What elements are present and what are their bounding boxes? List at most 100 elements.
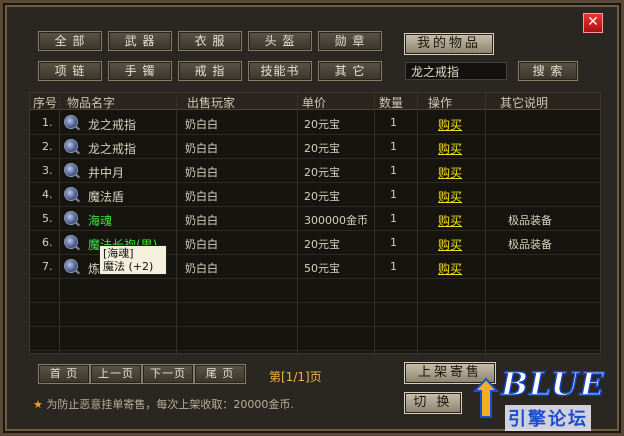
row-divider: [30, 158, 600, 159]
row-divider: [30, 302, 600, 303]
buy-link[interactable]: 购买: [438, 236, 462, 253]
item-quantity: 1: [390, 188, 397, 201]
item-price: 300000金币: [304, 214, 368, 227]
header-seller: 出售玩家: [187, 96, 236, 110]
row-index: 6.: [42, 236, 53, 249]
item-price: 50元宝: [304, 262, 340, 275]
category-other-button[interactable]: 其 它: [318, 61, 382, 81]
item-note: 极品装备: [508, 238, 552, 251]
category-necklace-button[interactable]: 项 链: [38, 61, 102, 81]
seller-name: 奶白白: [185, 262, 218, 275]
item-price: 20元宝: [304, 142, 340, 155]
magnifier-icon[interactable]: [64, 139, 78, 153]
item-name: 井中月: [88, 166, 125, 180]
row-index: 7.: [42, 260, 53, 273]
category-bracelet-button[interactable]: 手 镯: [108, 61, 172, 81]
header-index: 序号: [33, 96, 58, 110]
item-price: 20元宝: [304, 166, 340, 179]
column-divider: [485, 93, 486, 355]
item-name: 魔法盾: [88, 190, 125, 204]
row-index: 3.: [42, 164, 53, 177]
row-divider: [30, 230, 600, 231]
buy-link[interactable]: 购买: [438, 212, 462, 229]
search-button[interactable]: 搜 索: [518, 61, 578, 81]
switch-button[interactable]: 切 换: [404, 392, 462, 414]
prev-page-button[interactable]: 上一页: [90, 364, 142, 384]
header-quantity: 数量: [379, 96, 404, 110]
column-divider: [176, 93, 177, 355]
logo-subtitle: 引擎论坛: [505, 405, 591, 431]
tooltip-stat: 魔法 (+2): [103, 260, 154, 273]
item-price: 20元宝: [304, 118, 340, 131]
category-helmet-button[interactable]: 头 盔: [248, 31, 312, 51]
magnifier-icon[interactable]: [64, 163, 78, 177]
fee-notice-text: 为防止恶意挂单寄售，每次上架收取：20000金币.: [46, 398, 294, 411]
seller-name: 奶白白: [185, 118, 218, 131]
seller-name: 奶白白: [185, 190, 218, 203]
magnifier-icon[interactable]: [64, 187, 78, 201]
item-name: 龙之戒指: [88, 142, 137, 156]
consignment-window: ✕ 全 部 武 器 衣 服 头 盔 勋 章 我的物品 项 链 手 镯 戒 指 技…: [0, 0, 624, 436]
item-name: 龙之戒指: [88, 118, 137, 132]
row-index: 4.: [42, 188, 53, 201]
category-clothes-button[interactable]: 衣 服: [178, 31, 242, 51]
search-input[interactable]: [405, 62, 507, 80]
item-price: 20元宝: [304, 238, 340, 251]
row-divider: [30, 134, 600, 135]
magnifier-icon[interactable]: [64, 115, 78, 129]
logo-emblem-icon: [472, 377, 500, 418]
column-divider: [374, 93, 375, 355]
item-quantity: 1: [390, 236, 397, 249]
item-quantity: 1: [390, 212, 397, 225]
row-index: 2.: [42, 140, 53, 153]
row-divider: [30, 206, 600, 207]
header-notes: 其它说明: [500, 96, 549, 110]
item-price: 20元宝: [304, 190, 340, 203]
magnifier-icon[interactable]: [64, 211, 78, 225]
column-divider: [59, 93, 60, 355]
first-page-button[interactable]: 首 页: [38, 364, 90, 384]
buy-link[interactable]: 购买: [438, 140, 462, 157]
item-note: 极品装备: [508, 214, 552, 227]
next-page-button[interactable]: 下一页: [142, 364, 194, 384]
category-skillbook-button[interactable]: 技能书: [248, 61, 312, 81]
row-index: 1.: [42, 116, 53, 129]
category-all-button[interactable]: 全 部: [38, 31, 102, 51]
last-page-button[interactable]: 尾 页: [194, 364, 246, 384]
column-divider: [417, 93, 418, 355]
logo-wordmark: BLUE: [500, 364, 606, 404]
category-ring-button[interactable]: 戒 指: [178, 61, 242, 81]
header-action: 操作: [428, 96, 453, 110]
item-quantity: 1: [390, 116, 397, 129]
buy-link[interactable]: 购买: [438, 164, 462, 181]
category-weapon-button[interactable]: 武 器: [108, 31, 172, 51]
row-divider: [30, 182, 600, 183]
item-quantity: 1: [390, 140, 397, 153]
header-item-name: 物品名字: [67, 96, 116, 110]
page-indicator: 第[1/1]页: [269, 370, 322, 384]
row-divider: [30, 278, 600, 279]
magnifier-icon[interactable]: [64, 235, 78, 249]
item-quantity: 1: [390, 260, 397, 273]
row-divider: [30, 350, 600, 351]
buy-link[interactable]: 购买: [438, 188, 462, 205]
item-tooltip: [海魂] 魔法 (+2): [99, 245, 167, 275]
item-table: 序号 物品名字 出售玩家 单价 数量 操作 其它说明 1. 龙之戒指 奶白白 20元宝…: [29, 92, 601, 355]
row-index: 5.: [42, 212, 53, 225]
table-header: 序号 物品名字 出售玩家 单价 数量 操作 其它说明: [30, 93, 600, 110]
item-quantity: 1: [390, 164, 397, 177]
star-icon: ★: [33, 398, 43, 411]
buy-link[interactable]: 购买: [438, 116, 462, 133]
seller-name: 奶白白: [185, 166, 218, 179]
header-price: 单价: [302, 96, 327, 110]
magnifier-icon[interactable]: [64, 259, 78, 273]
seller-name: 奶白白: [185, 214, 218, 227]
buy-link[interactable]: 购买: [438, 260, 462, 277]
seller-name: 奶白白: [185, 238, 218, 251]
category-medal-button[interactable]: 勋 章: [318, 31, 382, 51]
close-button[interactable]: ✕: [583, 13, 603, 33]
row-divider: [30, 326, 600, 327]
fee-notice: ★ 为防止恶意挂单寄售，每次上架收取：20000金币.: [33, 396, 294, 412]
blue-engine-logo: BLUE 引擎论坛: [471, 364, 623, 436]
my-items-button[interactable]: 我的物品: [404, 33, 494, 55]
